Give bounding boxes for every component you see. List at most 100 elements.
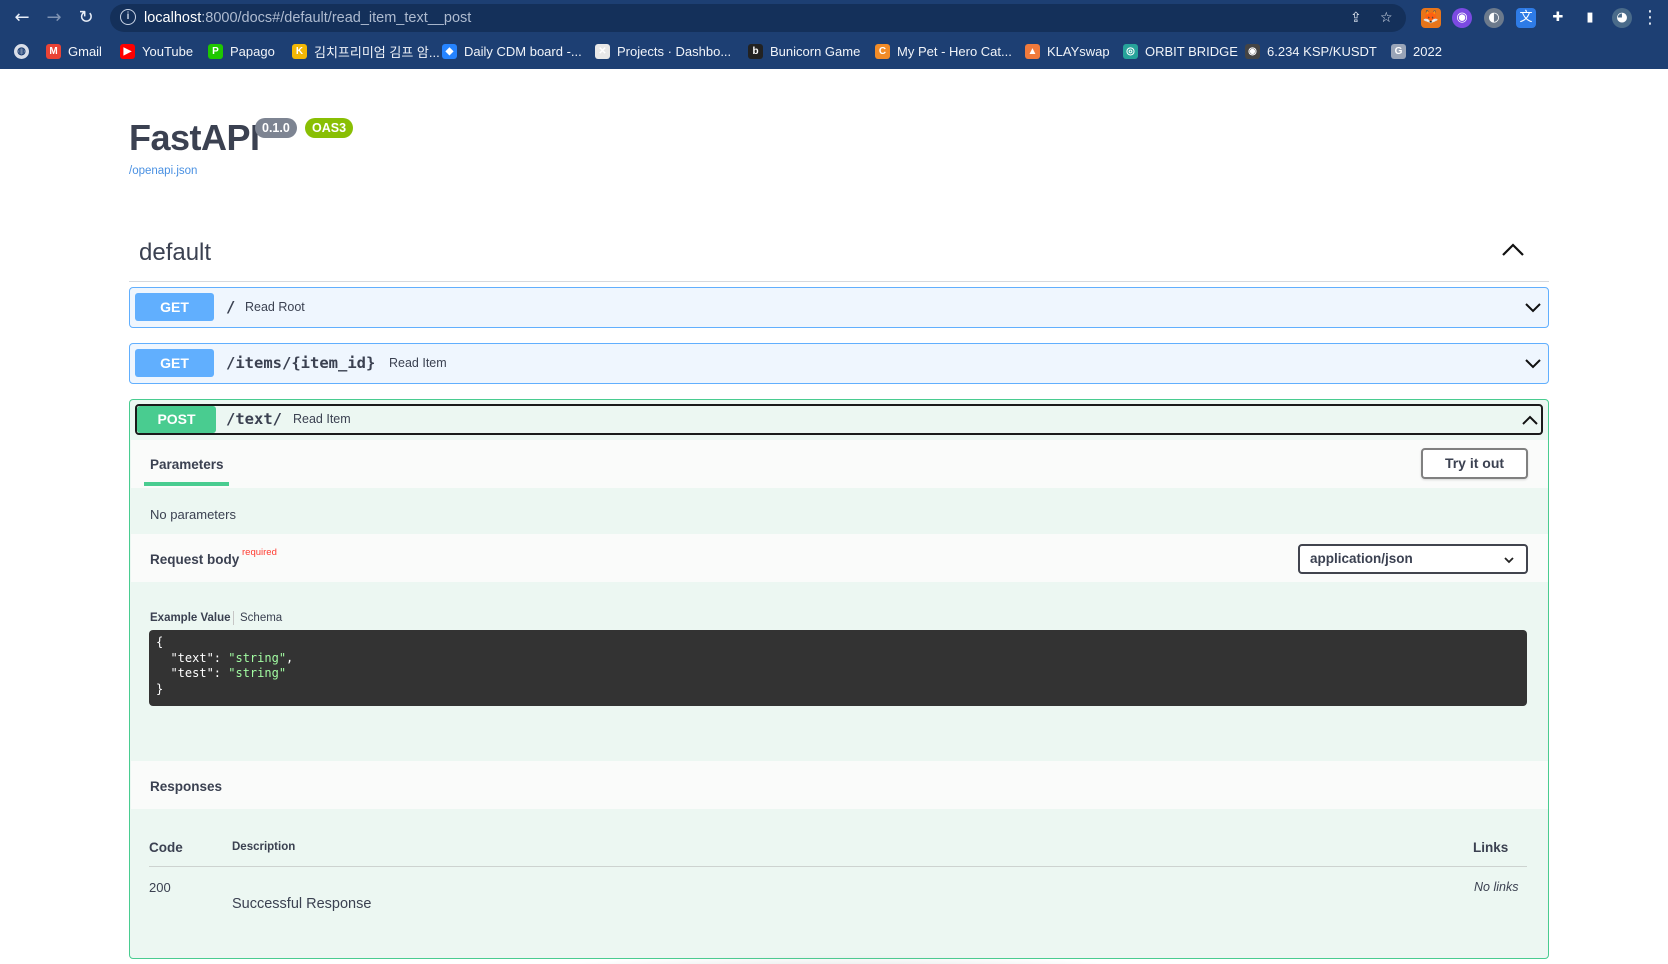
bookmark-item[interactable]: ◆ Daily CDM board -... — [442, 41, 582, 61]
bookmark-item[interactable]: P Papago — [208, 41, 275, 61]
code-value: { — [156, 635, 164, 649]
bookmark-label: Gmail — [68, 43, 102, 59]
chevron-down-icon[interactable] — [1524, 300, 1542, 314]
bookmark-item[interactable]: ▲ KLAYswap — [1025, 41, 1110, 61]
profile-avatar[interactable]: ◕ — [1612, 8, 1632, 28]
bookmark-item[interactable]: ✕ Projects · Dashbo... — [595, 41, 731, 61]
responses-label: Responses — [150, 779, 223, 794]
parameters-section-header: Parameters Try it out — [131, 440, 1548, 488]
content-type-select[interactable]: application/json — [1298, 544, 1528, 574]
address-bar-row: ← → ↻ i localhost:8000/docs#/default/rea… — [0, 0, 1668, 36]
bookmark-star-icon[interactable]: ☆ — [1380, 10, 1393, 26]
bookmark-label: Daily CDM board -... — [464, 43, 582, 59]
chevron-up-icon[interactable] — [1500, 241, 1526, 259]
bookmark-label: YouTube — [142, 43, 194, 59]
url-text[interactable]: localhost:8000/docs#/default/read_item_t… — [144, 10, 471, 26]
reload-icon[interactable]: ↻ — [74, 6, 98, 30]
bookmark-item[interactable]: K 김치프리미엄 김프 암... — [292, 41, 440, 61]
response-links: No links — [1474, 880, 1519, 894]
operation-summary: Read Root — [245, 300, 305, 314]
bookmark-label: 2022 — [1413, 43, 1442, 59]
parameters-tab-underline — [144, 482, 229, 486]
try-it-out-button[interactable]: Try it out — [1421, 448, 1528, 479]
bunicorn-icon: b — [748, 43, 763, 59]
back-icon[interactable]: ← — [10, 6, 34, 30]
operation-summary: Read Item — [293, 412, 351, 426]
jira-icon: ◆ — [442, 43, 457, 59]
omnibox[interactable]: i localhost:8000/docs#/default/read_item… — [110, 4, 1406, 32]
response-code: 200 — [149, 880, 171, 895]
chevron-down-icon[interactable] — [1524, 356, 1542, 370]
parameters-tab[interactable]: Parameters — [150, 457, 224, 472]
version-badge: 0.1.0 — [255, 118, 297, 138]
kimchi-icon: K — [292, 43, 307, 59]
bookmark-item[interactable]: b Bunicorn Game — [748, 41, 860, 61]
menu-kebab-icon[interactable]: ⋮ — [1638, 6, 1662, 30]
code-key: "text": — [156, 650, 229, 665]
url-host: localhost — [144, 10, 202, 26]
code-line: "test": "string" — [156, 666, 1520, 682]
bookmark-item[interactable]: M Gmail — [46, 41, 102, 61]
schema-tab[interactable]: Schema — [240, 612, 282, 624]
example-value-tab[interactable]: Example Value — [150, 612, 231, 624]
bookmark-label: ORBIT BRIDGE — [1145, 43, 1238, 59]
cat-icon: C — [875, 43, 890, 59]
translate-extension-icon[interactable]: 文 — [1516, 8, 1536, 28]
responses-table-divider — [149, 866, 1527, 867]
openapi-json-link[interactable]: /openapi.json — [129, 165, 197, 177]
opblock-summary[interactable]: POST /text/ Read Item — [135, 404, 1543, 435]
code-column-header: Code — [149, 840, 183, 855]
bookmark-item[interactable]: ◎ ORBIT BRIDGE — [1123, 41, 1238, 61]
code-line: { — [156, 635, 1520, 651]
klayswap-icon: ▲ — [1025, 43, 1040, 59]
site-info-icon[interactable]: i — [120, 9, 136, 25]
request-body-section-header: Request body required application/json — [131, 534, 1548, 582]
side-panel-icon[interactable]: ▮ — [1580, 8, 1600, 28]
chevron-up-icon[interactable] — [1521, 413, 1539, 427]
api-title: FastAPI — [129, 117, 260, 158]
bookmark-label: KLAYswap — [1047, 43, 1110, 59]
share-icon[interactable]: ⇪ — [1350, 10, 1362, 26]
opblock-summary[interactable]: GET /items/{item_id} Read Item — [130, 344, 1548, 383]
responses-section-header: Responses — [131, 761, 1548, 809]
content-type-value: application/json — [1310, 551, 1413, 566]
swagger-page: FastAPI 0.1.0 OAS3 /openapi.json default… — [0, 69, 1668, 964]
no-parameters-text: No parameters — [150, 507, 236, 522]
bookmark-item[interactable]: C My Pet - Hero Cat... — [875, 41, 1012, 61]
code-line: } — [156, 682, 1520, 698]
chevron-down-icon — [1504, 557, 1514, 564]
method-badge: POST — [137, 406, 216, 433]
oas-badge: OAS3 — [305, 118, 354, 138]
bookmark-label: 김치프리미엄 김프 암... — [314, 44, 440, 60]
papago-icon: P — [208, 43, 223, 59]
apps-globe-icon[interactable]: ◍ — [14, 41, 36, 61]
extensions-puzzle-icon[interactable]: ✚ — [1548, 8, 1568, 28]
example-value-code[interactable]: { "text": "string", "test": "string"} — [149, 630, 1527, 706]
tab-separator — [233, 611, 234, 625]
operation-path: /items/{item_id} — [226, 354, 376, 372]
response-description: Successful Response — [232, 896, 372, 912]
required-marker: required — [242, 547, 277, 558]
opblock-summary[interactable]: GET / Read Root — [130, 288, 1548, 327]
bookmark-label: Bunicorn Game — [770, 43, 861, 59]
bookmark-label: Papago — [230, 43, 275, 59]
code-value: "string" — [228, 650, 287, 665]
request-body-label: Request body — [150, 552, 240, 567]
forward-icon[interactable]: → — [42, 6, 66, 30]
bookmark-item[interactable]: ◉ 6.234 KSP/KUSDT — [1245, 41, 1377, 61]
opblock-get-items: GET /items/{item_id} Read Item — [129, 343, 1549, 384]
tag-default-title[interactable]: default — [139, 239, 211, 267]
method-badge: GET — [135, 349, 214, 377]
projects-icon: ✕ — [595, 43, 610, 59]
bookmark-item[interactable]: ▶ YouTube — [120, 41, 193, 61]
youtube-icon: ▶ — [120, 43, 135, 59]
tag-divider — [129, 281, 1549, 282]
metamask-extension-icon[interactable]: 🦊 — [1421, 8, 1441, 28]
gmail-icon: M — [46, 43, 61, 59]
code-line: "text": "string", — [156, 651, 1520, 667]
bookmark-item[interactable]: G 2022 — [1391, 41, 1442, 61]
extension-icon[interactable]: ◉ — [1452, 8, 1472, 28]
extension-icon[interactable]: ◐ — [1484, 8, 1504, 28]
method-badge: GET — [135, 293, 214, 321]
coin-icon: ◉ — [1245, 43, 1260, 59]
